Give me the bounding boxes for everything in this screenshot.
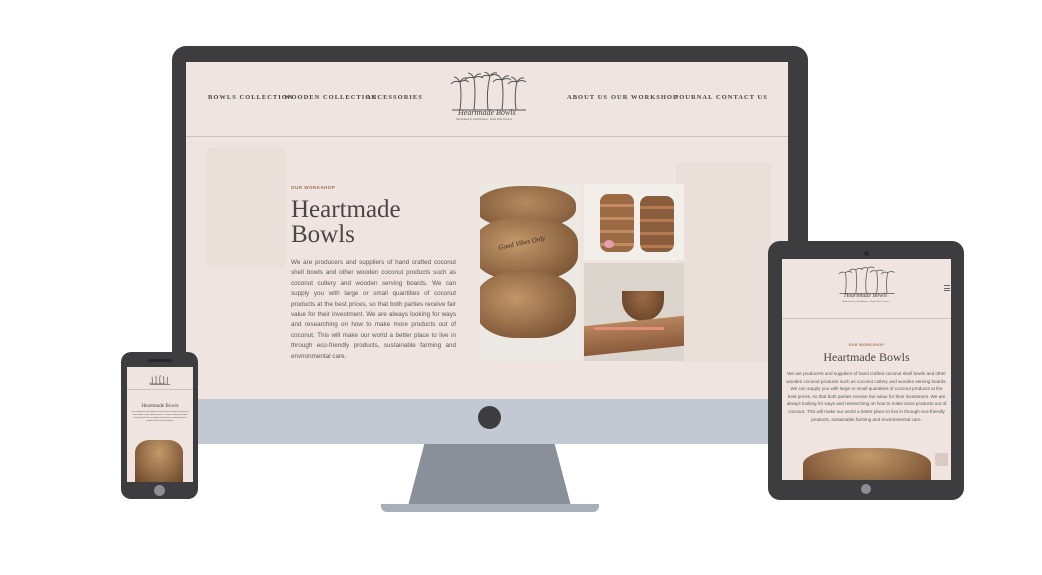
tablet-eyebrow: OUR WORKSHOP (848, 343, 885, 347)
hero-title-line1: Heartmade (291, 196, 401, 223)
tablet-title: Heartmade Bowls (823, 350, 910, 364)
hamburger-menu-icon[interactable] (944, 285, 950, 291)
phone-paragraph: We are producers and suppliers of hand c… (131, 411, 189, 422)
monitor-stand-neck (408, 444, 571, 506)
desktop-screen: BOWLS COLLECTION WOODEN COLLECTION ACCES… (186, 62, 788, 399)
nav-about-us[interactable]: ABOUT US (567, 94, 608, 101)
palm-tree-icon (838, 266, 895, 294)
nav-journal[interactable]: JOURNAL (675, 94, 713, 101)
home-button-icon[interactable] (154, 485, 165, 496)
coconut-bowl-stack-image: Good Vibes Only (480, 184, 580, 361)
background-decor (676, 162, 771, 362)
palm-tree-icon (450, 71, 527, 111)
home-button-icon[interactable] (861, 484, 871, 494)
camera-icon (864, 251, 869, 256)
tablet-header-divider (782, 318, 951, 319)
hero-title-line2: Bowls (291, 221, 355, 248)
site-logo[interactable]: Heartmade Bowls Handcrafted by Local Art… (450, 71, 528, 122)
tablet-logo-wordmark: Heartmade Bowls (844, 293, 888, 299)
monitor-stand-base (381, 504, 599, 512)
bowl-on-board-image (584, 263, 684, 361)
tablet-logo[interactable]: Heartmade Bowls Handcrafted by Local Art… (838, 265, 896, 311)
phone-hero-image (135, 440, 183, 482)
nav-bowls-collection[interactable]: BOWLS COLLECTION (208, 94, 294, 101)
section-eyebrow: OUR WORKSHOP (291, 185, 336, 190)
tablet-scroll-button[interactable] (935, 453, 948, 466)
tablet-screen: Heartmade Bowls Handcrafted by Local Art… (782, 259, 951, 480)
camera-icon (478, 406, 501, 429)
hero-paragraph: We are producers and suppliers of hand c… (291, 259, 456, 360)
phone-logo-wordmark: Heartmade Bowls (149, 382, 167, 385)
logo-wordmark: Heartmade Bowls (458, 108, 516, 117)
background-decor (206, 147, 286, 267)
phone-title: Heartmade Bowls (141, 403, 179, 409)
nav-our-workshop[interactable]: OUR WORKSHOP (611, 94, 678, 101)
phone-logo[interactable]: Heartmade Bowls (149, 372, 171, 386)
nav-accessories[interactable]: ACCESSORIES (366, 94, 423, 101)
phone-header-divider (127, 389, 193, 390)
tablet-logo-tagline: Handcrafted by Local Artisans · Sugar Pa… (842, 301, 889, 303)
nav-contact-us[interactable]: CONTACT US (716, 94, 768, 101)
logo-tagline: Handcrafted by Local Artisans · Sugar Pa… (456, 118, 512, 121)
nav-wooden-collection[interactable]: WOODEN COLLECTION (284, 94, 377, 101)
phone-speaker (148, 359, 172, 362)
tablet-hero-image (803, 448, 931, 480)
header-divider (186, 136, 788, 137)
phone-screen: Heartmade Bowls Heartmade Bowls We are p… (127, 367, 193, 482)
bowl-stacks-image (584, 184, 684, 260)
tablet-paragraph: We are producers and suppliers of hand c… (786, 371, 947, 422)
